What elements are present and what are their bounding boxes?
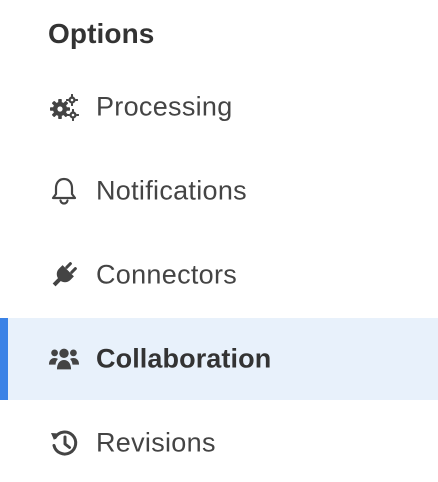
bell-icon [48,175,80,207]
sidebar-item-label: Notifications [96,175,247,206]
sidebar-item-notifications[interactable]: Notifications [0,150,438,232]
active-indicator [0,318,8,400]
sidebar-item-label: Revisions [96,427,216,458]
sidebar-item-revisions[interactable]: Revisions [0,402,438,482]
sidebar-item-processing[interactable]: Processing [0,66,438,148]
sidebar-item-label: Collaboration [96,343,272,374]
history-icon [48,427,80,459]
gears-icon [48,91,80,123]
options-sidebar: Options Processing Notifications Connect… [0,0,438,482]
users-icon [48,343,80,375]
sidebar-item-label: Connectors [96,259,238,290]
sidebar-title: Options [48,18,155,49]
sidebar-item-label: Processing [96,91,233,122]
sidebar-item-connectors[interactable]: Connectors [0,234,438,316]
sidebar-item-collaboration[interactable]: Collaboration [0,318,438,400]
plug-icon [48,259,80,291]
